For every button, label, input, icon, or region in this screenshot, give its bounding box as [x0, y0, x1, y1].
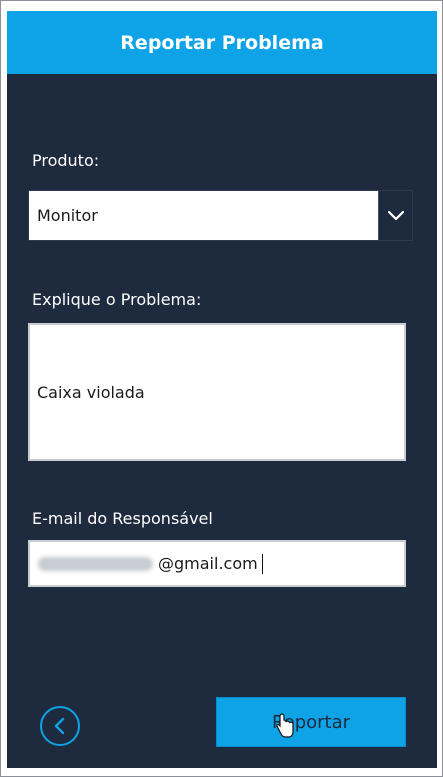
dropdown-toggle[interactable] [378, 191, 412, 240]
text-caret [262, 554, 263, 574]
report-button[interactable]: Reportar [216, 697, 406, 747]
email-redacted-part [38, 557, 153, 571]
back-button[interactable] [40, 706, 80, 746]
form-panel: Produto: Monitor Explique o Problema: Ca… [7, 74, 437, 768]
product-label: Produto: [32, 151, 100, 170]
product-select-value: Monitor [37, 206, 98, 225]
page-title: Reportar Problema [120, 31, 324, 54]
hand-cursor-icon [276, 713, 294, 738]
chevron-left-icon [54, 717, 65, 735]
app-window: Reportar Problema Produto: Monitor Expli… [0, 0, 443, 777]
email-label: E-mail do Responsável [32, 509, 213, 528]
problem-label: Explique o Problema: [32, 290, 202, 309]
email-field[interactable]: @gmail.com [28, 540, 406, 587]
problem-text: Caixa violada [37, 383, 145, 402]
email-visible-part: @gmail.com [158, 554, 258, 573]
header-bar: Reportar Problema [7, 11, 437, 74]
problem-textarea[interactable]: Caixa violada [28, 323, 406, 461]
chevron-down-icon [387, 210, 404, 220]
product-select[interactable]: Monitor [28, 190, 413, 241]
